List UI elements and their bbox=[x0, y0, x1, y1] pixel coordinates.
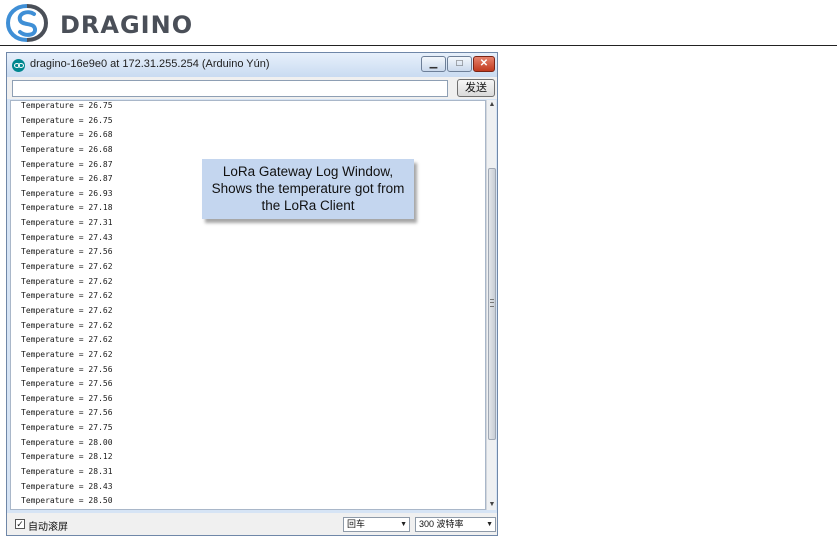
log-line: Temperature = 27.18 bbox=[21, 203, 113, 213]
log-line: Temperature = 26.75 bbox=[21, 115, 113, 125]
chevron-down-icon: ▼ bbox=[400, 521, 407, 528]
log-line: Temperature = 27.62 bbox=[21, 276, 113, 286]
log-line: Temperature = 26.87 bbox=[21, 174, 113, 184]
log-line: Temperature = 28.31 bbox=[21, 467, 113, 477]
serial-input[interactable] bbox=[12, 80, 448, 97]
log-line: Temperature = 27.62 bbox=[21, 335, 113, 345]
vertical-scrollbar[interactable]: ▲ ▼ bbox=[486, 100, 496, 510]
log-line: Temperature = 27.62 bbox=[21, 291, 113, 301]
send-button[interactable]: 发送 bbox=[457, 79, 495, 97]
log-line: Temperature = 28.00 bbox=[21, 437, 113, 447]
status-row: ✓ 自动滚屏 回车 ▼ 300 波特率 ▼ bbox=[7, 513, 497, 535]
autoscroll-label: 自动滚屏 bbox=[28, 522, 68, 533]
log-line: Temperature = 27.56 bbox=[21, 379, 113, 389]
log-line: Temperature = 26.87 bbox=[21, 159, 113, 169]
log-line: Temperature = 27.56 bbox=[21, 247, 113, 257]
check-icon: ✓ bbox=[16, 519, 24, 529]
log-line: Temperature = 27.75 bbox=[21, 423, 113, 433]
log-line: Temperature = 27.56 bbox=[21, 364, 113, 374]
maximize-button[interactable]: □ bbox=[447, 56, 472, 72]
baud-rate-value: 300 波特率 bbox=[419, 519, 464, 529]
log-line: Temperature = 27.62 bbox=[21, 320, 113, 330]
log-line: Temperature = 27.56 bbox=[21, 393, 113, 403]
log-line: Temperature = 27.62 bbox=[21, 262, 113, 272]
log-line: Temperature = 28.12 bbox=[21, 452, 113, 462]
brand-name: DRAGINO bbox=[60, 11, 194, 39]
log-line: Temperature = 26.75 bbox=[21, 101, 113, 110]
header-divider bbox=[0, 45, 837, 46]
scroll-up-icon[interactable]: ▲ bbox=[488, 100, 496, 110]
scroll-thumb[interactable] bbox=[488, 168, 496, 440]
log-line: Temperature = 26.93 bbox=[21, 188, 113, 198]
log-line: Temperature = 27.31 bbox=[21, 218, 113, 228]
callout-line: the LoRa Client bbox=[261, 198, 355, 213]
minimize-button[interactable]: ▁ bbox=[421, 56, 446, 72]
log-line: Temperature = 28.43 bbox=[21, 481, 113, 491]
log-line: Temperature = 27.62 bbox=[21, 349, 113, 359]
log-line: Temperature = 27.56 bbox=[21, 408, 113, 418]
log-line: Temperature = 28.50 bbox=[21, 496, 113, 506]
baud-rate-select[interactable]: 300 波特率 ▼ bbox=[415, 517, 496, 532]
line-ending-value: 回车 bbox=[347, 519, 366, 529]
arduino-icon bbox=[12, 59, 25, 72]
line-ending-select[interactable]: 回车 ▼ bbox=[343, 517, 410, 532]
log-line: Temperature = 27.43 bbox=[21, 232, 113, 242]
dragino-logo: DRAGINO bbox=[4, 4, 204, 42]
log-lines: Temperature = 26.75 Temperature = 26.75 Te… bbox=[21, 101, 113, 510]
window-title: dragino-16e9e0 at 172.31.255.254 (Arduin… bbox=[30, 58, 270, 70]
scroll-down-icon[interactable]: ▼ bbox=[488, 500, 496, 510]
annotation-callout: LoRa Gateway Log Window, Shows the tempe… bbox=[202, 159, 414, 219]
log-line: Temperature = 26.68 bbox=[21, 130, 113, 140]
window-titlebar[interactable]: dragino-16e9e0 at 172.31.255.254 (Arduin… bbox=[7, 53, 497, 77]
grip-icon bbox=[490, 299, 494, 307]
dragino-logo-icon bbox=[5, 4, 49, 42]
log-line: Temperature = 26.68 bbox=[21, 144, 113, 154]
log-line: Temperature = 27.62 bbox=[21, 305, 113, 315]
callout-line: Shows the temperature got from bbox=[211, 181, 405, 196]
serial-monitor-window: dragino-16e9e0 at 172.31.255.254 (Arduin… bbox=[6, 52, 498, 536]
chevron-down-icon: ▼ bbox=[486, 521, 493, 528]
callout-line: LoRa Gateway Log Window, bbox=[222, 164, 394, 179]
log-line: Temperature = 28.62 bbox=[21, 509, 113, 510]
send-row: 发送 bbox=[7, 77, 497, 99]
autoscroll-checkbox[interactable]: ✓ bbox=[15, 519, 25, 529]
close-button[interactable]: ✕ bbox=[473, 56, 495, 72]
